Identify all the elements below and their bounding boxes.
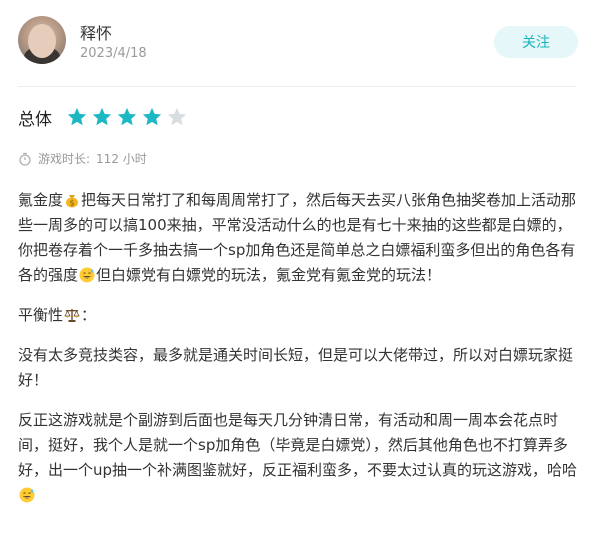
paragraph-text: 但白嫖党有白嫖党的玩法，氪金党有氪金党的玩法！	[96, 266, 442, 284]
grinning-sweat-emoji	[79, 267, 95, 283]
avatar[interactable]	[18, 16, 66, 64]
divider	[18, 86, 576, 87]
review-paragraph: 氪金度 $ 把每天日常打了和每周周常打了，然后每天去买八张角色抽奖卷加上活动那些…	[18, 188, 578, 288]
money-bag-icon: $	[66, 195, 79, 208]
review-paragraph: 平衡性 ：	[18, 303, 578, 328]
paragraph-text: 平衡性	[18, 306, 64, 324]
rating-row: 总体	[18, 104, 191, 130]
playtime-label: 游戏时长:	[38, 152, 91, 166]
playtime: 游戏时长: 112 小时	[18, 150, 147, 167]
star-rating	[66, 106, 191, 128]
review-body: 氪金度 $ 把每天日常打了和每周周常打了，然后每天去买八张角色抽奖卷加上活动那些…	[18, 188, 578, 523]
star-icon	[167, 107, 187, 126]
review-header: 释怀 2023/4/18 关注	[18, 16, 578, 72]
star-icon	[117, 107, 137, 126]
playtime-value: 112 小时	[96, 152, 147, 166]
review-date: 2023/4/18	[80, 46, 147, 61]
review-paragraph: 没有太多竞技类容，最多就是通关时间长短，但是可以大佬带过，所以对白嫖玩家挺好！	[18, 346, 574, 389]
paragraph-text: ：	[81, 306, 97, 324]
grinning-sweat-emoji	[19, 487, 35, 503]
balance-scale-emoji	[64, 309, 80, 322]
star-icon	[67, 107, 87, 126]
star-icon	[142, 107, 162, 126]
paragraph-text: 反正这游戏就是个副游到后面也是每天几分钟清日常，有活动和周一周本会花点时间，挺好…	[18, 411, 578, 479]
avatar-face	[28, 24, 56, 58]
paragraph-text: 氪金度	[18, 191, 64, 209]
rating-label: 总体	[18, 109, 52, 130]
follow-button[interactable]: 关注	[494, 26, 578, 58]
username[interactable]: 释怀	[80, 20, 112, 44]
star-icon	[92, 107, 112, 126]
review-paragraph: 反正这游戏就是个副游到后面也是每天几分钟清日常，有活动和周一周本会花点时间，挺好…	[18, 408, 578, 508]
svg-text:$: $	[69, 199, 74, 208]
timer-icon	[19, 152, 31, 166]
